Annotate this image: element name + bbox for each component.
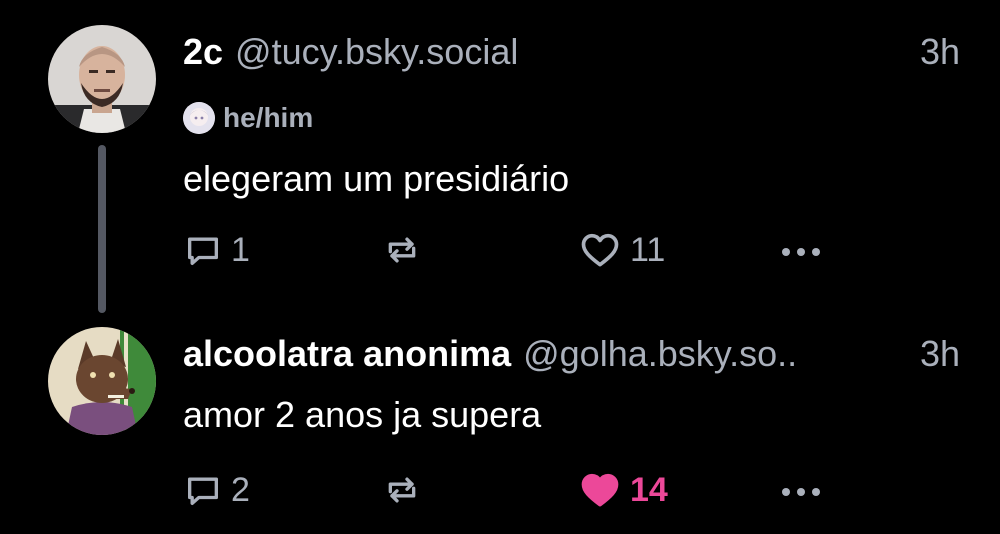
post-text: elegeram um presidiário [183,158,570,199]
handle[interactable]: @tucy.bsky.social [235,30,518,74]
heart-filled-icon [581,473,619,507]
timestamp[interactable]: 3h [914,30,960,74]
repost-icon [388,477,416,503]
post-header: 2c @tucy.bsky.social 3h [183,30,960,74]
repost-button[interactable] [382,466,430,514]
post-text: amor 2 anos ja supera [183,394,542,435]
timestamp[interactable]: 3h [914,332,960,376]
reply-count: 1 [231,230,250,269]
pronoun-avatar-icon [183,102,215,134]
heart-outline-icon [581,233,619,267]
handle[interactable]: @golha.bsky.so.. [523,332,797,376]
more-icon [782,488,820,496]
repost-button[interactable] [382,226,430,274]
like-count: 14 [630,470,668,509]
pronouns-badge: he/him [183,98,313,138]
post-actions: 1 11 [0,226,1000,274]
avatar[interactable] [48,25,156,133]
like-button[interactable]: 14 [578,466,668,514]
repost-icon [388,237,416,263]
more-icon [782,248,820,256]
like-button[interactable]: 11 [578,226,665,274]
reply-button[interactable]: 2 [183,466,250,514]
post-actions: 2 14 [0,466,1000,514]
avatar[interactable] [48,327,156,435]
display-name[interactable]: alcoolatra anonima [183,332,511,376]
reply-button[interactable]: 1 [183,226,250,274]
display-name[interactable]: 2c [183,30,223,74]
reply-icon [188,237,218,265]
reply-count: 2 [231,470,250,509]
more-options-button[interactable] [776,466,826,514]
like-count: 11 [630,230,666,269]
reply-icon [188,477,218,505]
post[interactable]: 2c @tucy.bsky.social 3h he/him elegeram … [0,0,1000,313]
pronouns-label: he/him [223,102,314,133]
post-header: alcoolatra anonima @golha.bsky.so.. 3h [183,332,960,376]
post[interactable]: alcoolatra anonima @golha.bsky.so.. 3h a… [0,300,1000,534]
more-options-button[interactable] [776,226,826,274]
